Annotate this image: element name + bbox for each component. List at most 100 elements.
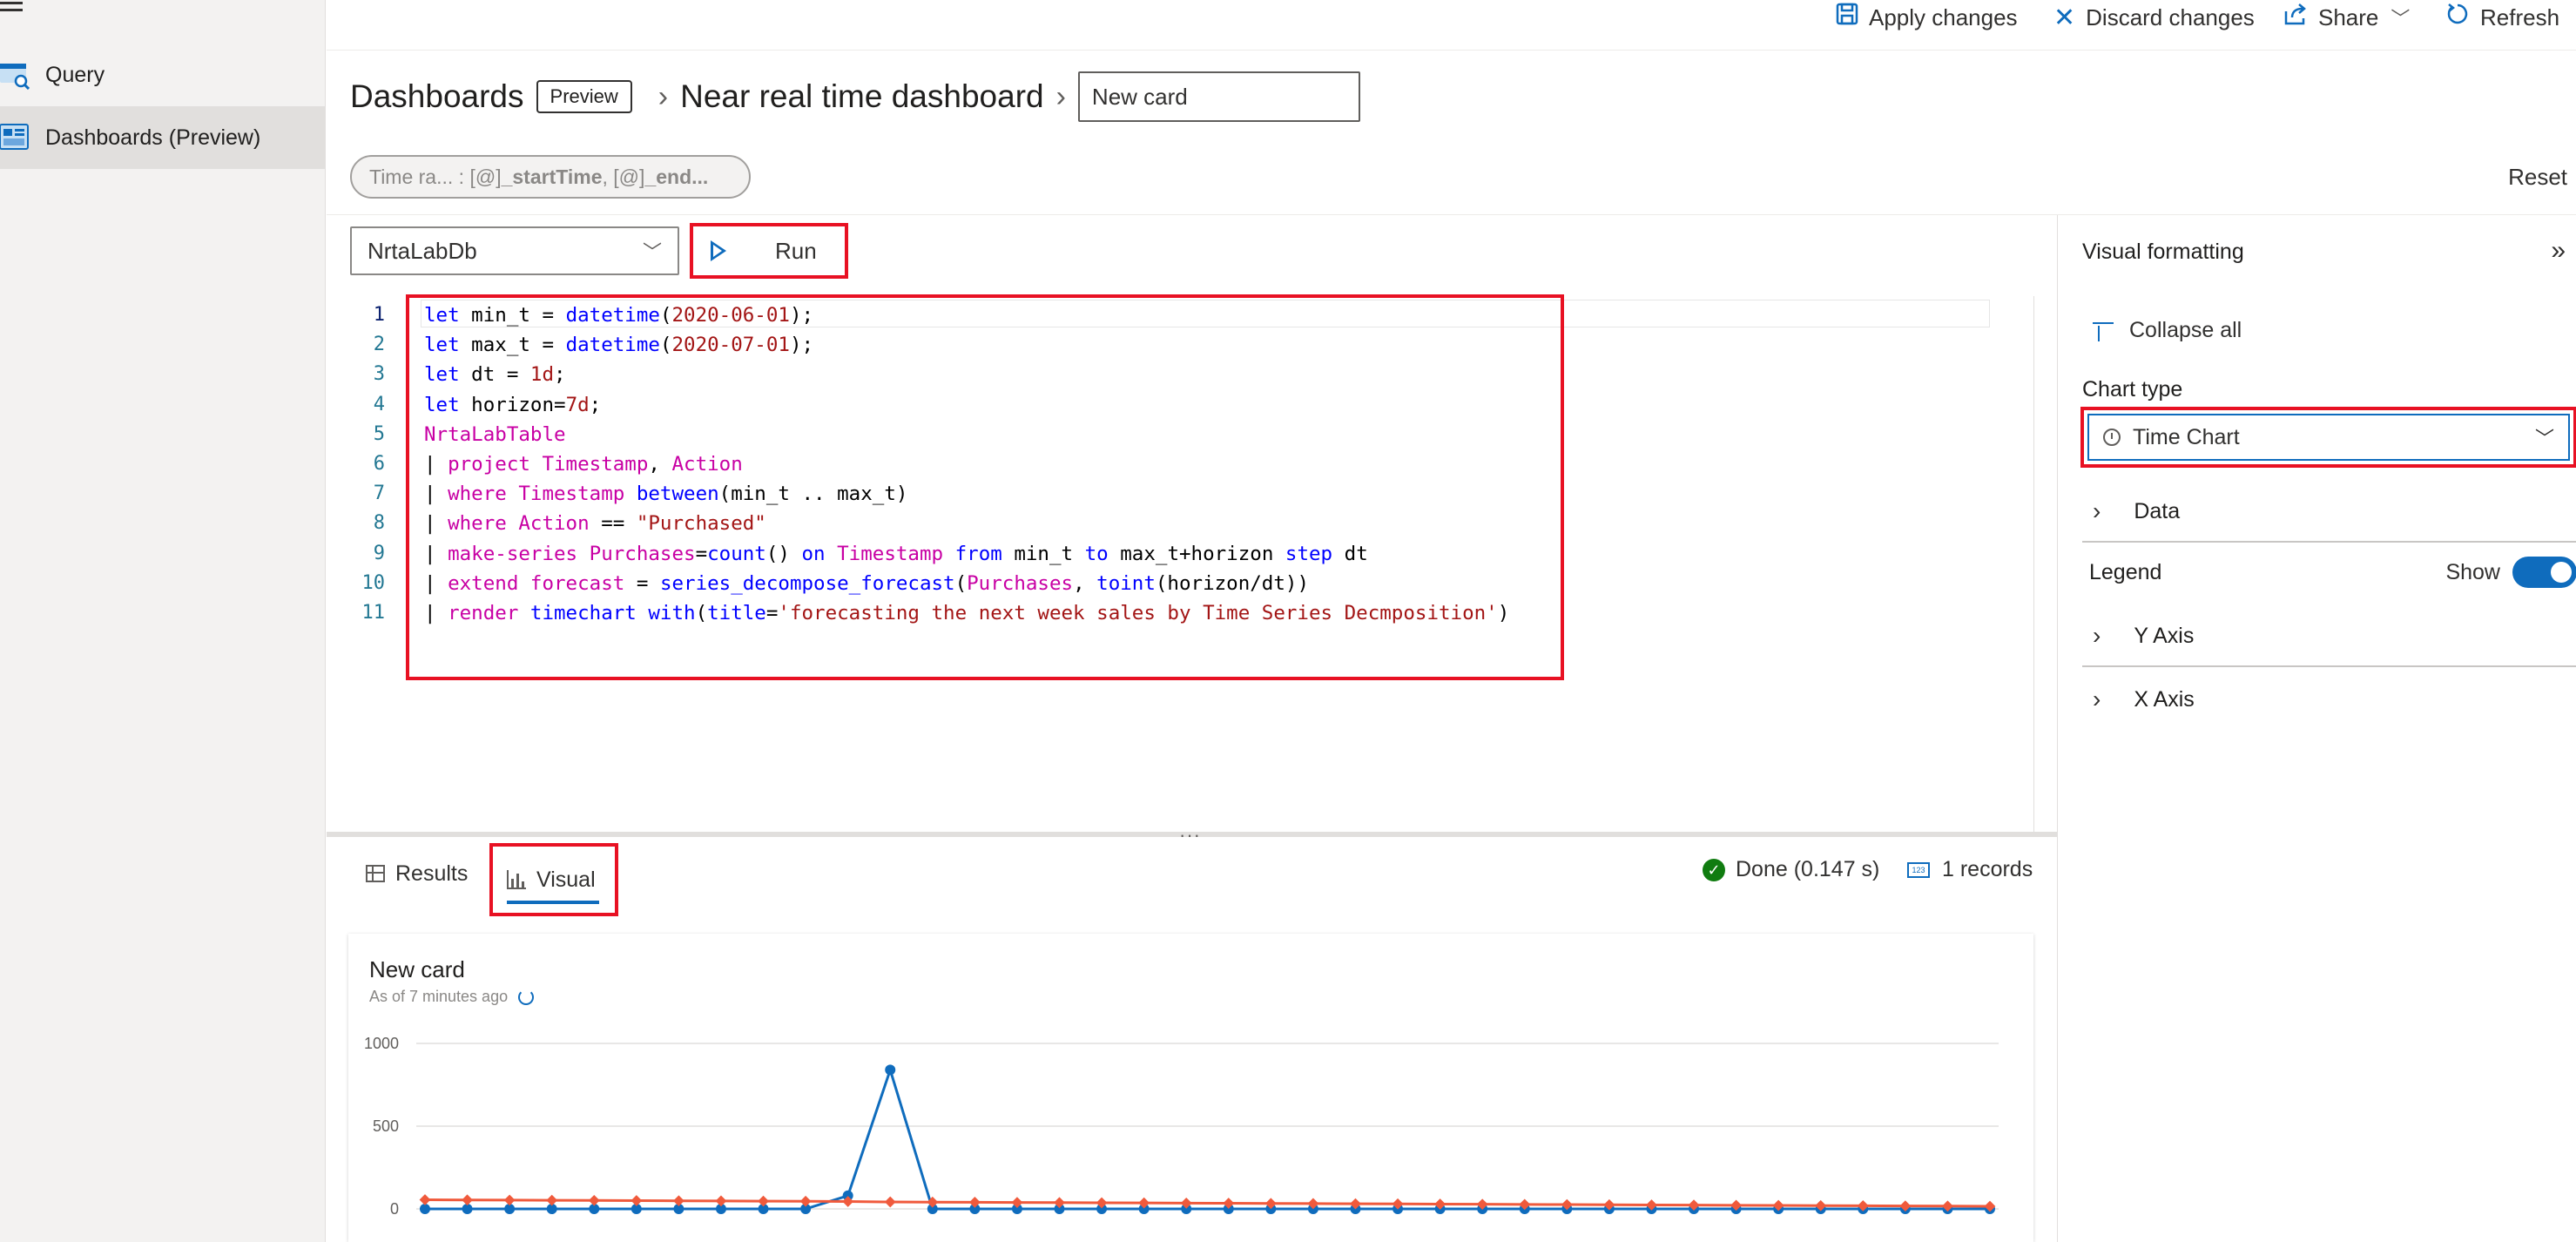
data-point[interactable] bbox=[673, 1195, 684, 1207]
time-range-comma: , bbox=[602, 165, 614, 188]
tab-results[interactable]: Results bbox=[366, 852, 468, 895]
chevron-right-icon: › bbox=[2093, 622, 2101, 649]
line-number: 3 bbox=[373, 363, 385, 386]
splitter-grip-icon[interactable]: ··· bbox=[1179, 824, 1201, 847]
chevron-down-icon: ﹀ bbox=[2391, 8, 2411, 30]
data-point[interactable] bbox=[462, 1194, 473, 1206]
data-point[interactable] bbox=[503, 1194, 516, 1206]
data-point[interactable] bbox=[885, 1064, 896, 1076]
reset-button[interactable]: Reset bbox=[2508, 164, 2567, 191]
dashboard-icon bbox=[0, 123, 30, 152]
collapse-all-icon bbox=[2093, 321, 2114, 341]
record-count: 123 1 records bbox=[1907, 857, 2033, 882]
run-button[interactable]: Run bbox=[690, 223, 848, 279]
time-range-prefix-end: [@] bbox=[613, 165, 645, 188]
database-select[interactable]: NrtaLabDb ﹀ bbox=[350, 226, 679, 275]
query-status: ✓ Done (0.147 s) bbox=[1703, 857, 1879, 882]
card-name-input[interactable] bbox=[1077, 71, 1360, 122]
section-y-axis[interactable]: › Y Axis bbox=[2082, 606, 2576, 667]
bar-chart-icon bbox=[507, 870, 526, 889]
active-tab-indicator bbox=[507, 901, 599, 904]
data-point[interactable] bbox=[631, 1195, 643, 1206]
refresh-label: Refresh bbox=[2480, 3, 2560, 30]
visual-formatting-panel: Visual formatting » Collapse all Chart t… bbox=[2057, 215, 2576, 1242]
section-data[interactable]: › Data bbox=[2082, 482, 2576, 543]
legend-row: Legend Show bbox=[2089, 546, 2576, 598]
line-number: 1 bbox=[373, 304, 385, 326]
query-icon bbox=[0, 60, 30, 91]
chevron-right-icon: › bbox=[657, 79, 669, 113]
sidebar-item-dashboards[interactable]: Dashboards (Preview) bbox=[0, 106, 326, 169]
preview-badge: Preview bbox=[536, 80, 632, 113]
visual-card: New card As of 7 minutes ago 0 500 1000 bbox=[348, 934, 2033, 1242]
tab-visual[interactable]: Visual bbox=[489, 843, 618, 916]
time-range-parameter[interactable]: Time ra... : [@] _startTime , [@] _end..… bbox=[350, 155, 751, 199]
legend-toggle[interactable] bbox=[2512, 557, 2576, 588]
tab-visual-label: Visual bbox=[536, 867, 596, 892]
editor-scrollbar[interactable] bbox=[2033, 296, 2034, 832]
discard-changes-button[interactable]: ✕ Discard changes bbox=[2053, 0, 2255, 35]
breadcrumb-dashboard-name[interactable]: Near real time dashboard bbox=[680, 78, 1044, 115]
save-icon bbox=[1836, 3, 1858, 32]
sidebar: Query Dashboards (Preview) bbox=[0, 0, 326, 1242]
chart-type-label: Chart type bbox=[2082, 377, 2183, 402]
time-range-start: _startTime bbox=[501, 165, 603, 188]
time-range-prefix-start: [@] bbox=[469, 165, 502, 188]
time-range-label: Time ra... bbox=[369, 165, 454, 188]
data-point[interactable] bbox=[588, 1194, 600, 1206]
data-point[interactable] bbox=[546, 1194, 558, 1206]
play-icon bbox=[711, 240, 726, 261]
sidebar-item-label: Query bbox=[45, 62, 105, 87]
panel-title: Visual formatting bbox=[2082, 240, 2244, 264]
chart-type-value: Time Chart bbox=[2133, 424, 2240, 449]
legend-label: Legend bbox=[2089, 559, 2162, 584]
collapse-all-button[interactable]: Collapse all bbox=[2093, 318, 2242, 343]
series-line bbox=[424, 1198, 1991, 1208]
code-highlight-frame bbox=[406, 294, 1564, 680]
apply-changes-label: Apply changes bbox=[1869, 3, 2018, 30]
line-number: 7 bbox=[373, 483, 385, 505]
section-y-axis-label: Y Axis bbox=[2134, 623, 2195, 648]
time-range-end: _end... bbox=[644, 165, 709, 188]
status-text: Done (0.147 s) bbox=[1736, 857, 1880, 881]
sidebar-item-query[interactable]: Query bbox=[0, 44, 326, 106]
share-button[interactable]: Share ﹀ bbox=[2283, 0, 2410, 35]
database-select-value: NrtaLabDb bbox=[368, 237, 477, 264]
section-x-axis[interactable]: › X Axis bbox=[2082, 669, 2576, 730]
run-label: Run bbox=[775, 237, 817, 264]
share-icon bbox=[2283, 3, 2308, 32]
breadcrumb: Dashboards Preview › Near real time dash… bbox=[350, 68, 1360, 125]
collapse-all-label: Collapse all bbox=[2129, 318, 2242, 342]
apply-changes-button[interactable]: Apply changes bbox=[1836, 0, 2018, 35]
tab-results-label: Results bbox=[395, 861, 469, 886]
data-point[interactable] bbox=[419, 1194, 431, 1205]
records-icon: 123 bbox=[1907, 861, 1930, 878]
refresh-button[interactable]: Refresh bbox=[2445, 0, 2559, 35]
line-number: 5 bbox=[373, 422, 385, 445]
y-tick-label: 1000 bbox=[364, 1035, 399, 1052]
section-data-label: Data bbox=[2134, 498, 2181, 523]
collapse-panel-icon[interactable]: » bbox=[2551, 236, 2566, 266]
line-number: 11 bbox=[361, 601, 386, 624]
chevron-down-icon: ﹀ bbox=[2534, 428, 2554, 449]
share-label: Share bbox=[2318, 3, 2379, 30]
data-point[interactable] bbox=[884, 1196, 896, 1208]
line-number: 8 bbox=[373, 512, 385, 535]
clock-icon bbox=[2103, 429, 2121, 446]
chart-type-select[interactable]: Time Chart ﹀ bbox=[2087, 414, 2570, 461]
record-count-text: 1 records bbox=[1942, 857, 2033, 881]
sidebar-item-label: Dashboards (Preview) bbox=[45, 125, 261, 150]
breadcrumb-dashboards[interactable]: Dashboards bbox=[350, 78, 524, 115]
hamburger-menu-icon[interactable] bbox=[0, 2, 24, 23]
data-point[interactable] bbox=[715, 1195, 727, 1207]
line-number-gutter: 1 2 3 4 5 6 7 8 9 10 11 bbox=[348, 300, 386, 628]
time-chart: 0 500 1000 bbox=[364, 1035, 1999, 1218]
data-point[interactable] bbox=[758, 1195, 769, 1207]
chevron-right-icon: › bbox=[2093, 685, 2101, 712]
y-tick-label: 500 bbox=[373, 1117, 399, 1135]
legend-toggle-label: Show bbox=[2445, 559, 2500, 584]
data-point[interactable] bbox=[799, 1195, 812, 1207]
table-icon bbox=[366, 865, 385, 882]
success-check-icon: ✓ bbox=[1703, 858, 1725, 881]
line-number: 10 bbox=[361, 571, 386, 594]
